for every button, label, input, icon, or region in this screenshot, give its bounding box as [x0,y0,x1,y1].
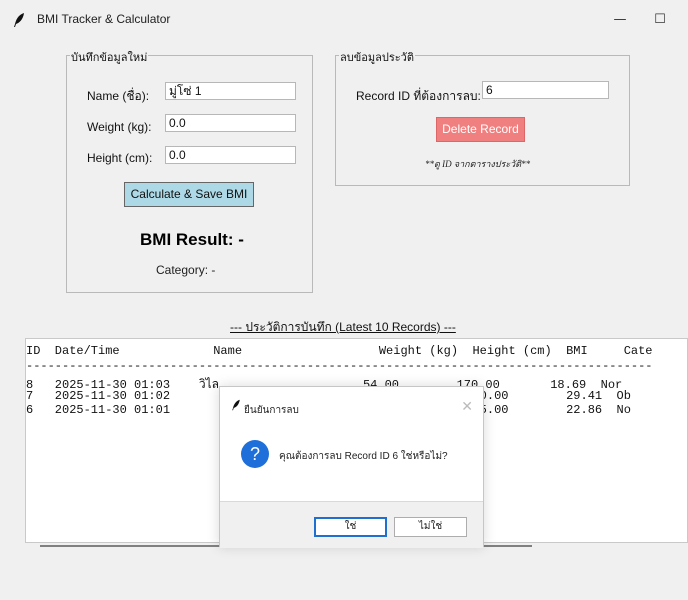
dialog-title: ยืนยันการลบ [244,405,299,416]
bmi-result: BMI Result: - [140,230,244,249]
history-title: --- ประวัติการบันทึก (Latest 10 Records)… [230,320,456,334]
dialog-footer: ใช่ ไม่ใช่ [220,501,483,548]
delete-record-button[interactable]: Delete Record [436,117,525,142]
feather-icon [14,13,24,27]
record-id-hint: **ดู ID จากตารางประวัติ** [425,159,531,169]
weight-input[interactable] [165,114,296,132]
feather-icon [232,399,240,411]
history-separator: ----------------------------------------… [26,359,653,373]
weight-label: Weight (kg): [87,120,152,134]
name-label: Name (ชื่อ): [87,89,150,103]
dialog-message: คุณต้องการลบ Record ID 6 ใช่หรือไม่? [279,451,448,462]
minimize-button[interactable]: — [600,8,640,32]
new-record-legend: บันทึกข้อมูลใหม่ [70,48,149,66]
record-id-label: Record ID ที่ต้องการลบ: [356,89,481,103]
close-button[interactable]: ✕ [680,8,688,32]
no-button[interactable]: ไม่ใช่ [394,517,467,537]
height-label: Height (cm): [87,151,153,165]
name-input[interactable] [165,82,296,100]
bmi-category: Category: - [156,263,216,277]
question-icon: ? [241,440,269,468]
calculate-save-button[interactable]: Calculate & Save BMI [124,182,254,207]
yes-button[interactable]: ใช่ [314,517,387,537]
bmi-tracker-window: BMI Tracker & Calculator — ☐ ✕ บันทึกข้อ… [0,0,688,600]
maximize-button[interactable]: ☐ [640,8,680,32]
confirm-delete-dialog: ยืนยันการลบ ✕ ? คุณต้องการลบ Record ID 6… [219,386,484,548]
delete-record-legend: ลบข้อมูลประวัติ [339,48,415,66]
height-input[interactable] [165,146,296,164]
record-id-input[interactable] [482,81,609,99]
title-bar: BMI Tracker & Calculator — ☐ ✕ [0,0,688,40]
window-title: BMI Tracker & Calculator [37,12,171,26]
history-header: ID Date/Time Name Weight (kg) Height (cm… [26,344,653,358]
dialog-close-button[interactable]: ✕ [461,399,473,415]
